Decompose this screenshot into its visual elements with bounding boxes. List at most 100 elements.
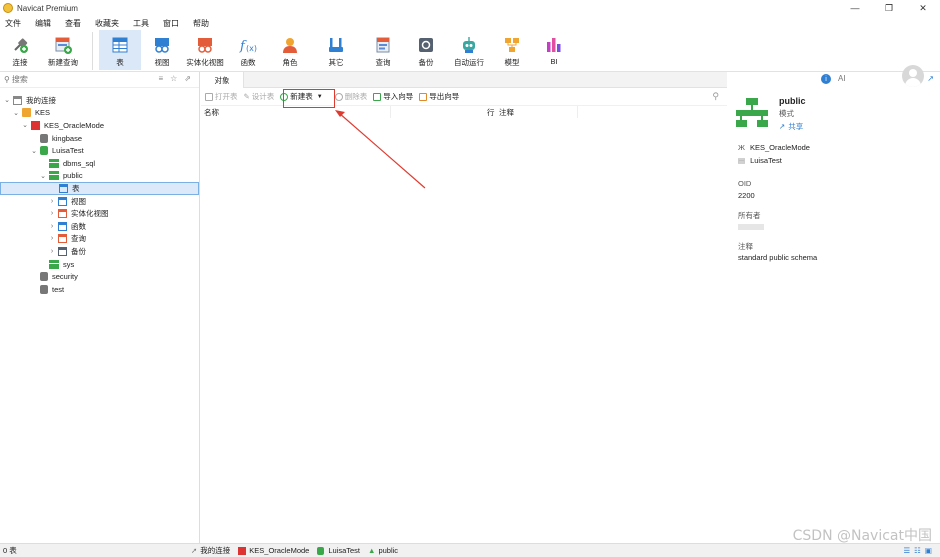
tree-item[interactable]: › 备份 (0, 245, 199, 258)
chevron-down-icon[interactable]: ⌄ (39, 172, 47, 180)
crumb-connection[interactable]: KES_OracleMode (238, 546, 309, 555)
tree-item[interactable]: › 查询 (0, 233, 199, 246)
toolbar-label: 备份 (418, 58, 434, 67)
maximize-button[interactable]: ❐ (872, 0, 906, 16)
detail-view-icon[interactable]: ☷ (914, 546, 921, 555)
share-button[interactable]: ↗ 共享 (779, 121, 803, 132)
toolbar-label: 视图 (154, 58, 170, 67)
chevron-down-icon[interactable]: ⌄ (21, 121, 29, 129)
search-input[interactable]: 搜索 (12, 74, 28, 85)
er-view-icon[interactable]: ▣ (925, 546, 932, 555)
info-owner-value-redacted (738, 224, 764, 230)
info-connection: Ж KES_OracleMode (738, 143, 810, 152)
info-name: public (779, 96, 806, 106)
tree-item[interactable]: sys (0, 258, 199, 271)
chevron-right-icon[interactable]: › (48, 248, 56, 255)
star-icon[interactable]: ☆ (170, 74, 177, 83)
info-database: ▤ LuisaTest (738, 156, 782, 165)
tree-item-label: 表 (72, 183, 80, 193)
schema-icon (49, 171, 59, 181)
filter-icon[interactable]: ≡ (158, 74, 163, 83)
info-panel-header: i AI ↗ (728, 72, 940, 88)
toolbar-model-button[interactable]: 模型 (491, 30, 533, 70)
schema-icon (49, 158, 59, 168)
chevron-right-icon[interactable]: › (48, 235, 56, 242)
crumb-connections[interactable]: ➚ 我的连接 (191, 545, 230, 556)
toolbar-other-button[interactable]: 其它 (311, 30, 361, 70)
tree-item[interactable]: ⌄ KES_OracleMode (0, 119, 199, 132)
toolbar-role-button[interactable]: 角色 (269, 30, 311, 70)
tree-item-label: 查询 (71, 234, 86, 244)
tree-item[interactable]: test (0, 283, 199, 296)
menu-favorites[interactable]: 收藏夹 (92, 18, 130, 29)
tree-item-label: sys (63, 259, 75, 269)
info-panel: i AI ↗ public 模式 ↗ 共享 Ж KES_OracleMode ▤ Lu… (728, 72, 940, 543)
toolbar-view-button[interactable]: 视图 (141, 30, 183, 70)
chevron-down-icon[interactable]: ⌄ (12, 109, 20, 117)
tree-item[interactable]: › 视图 (0, 195, 199, 208)
schema-icon (49, 259, 59, 269)
tree-item[interactable]: kingbase (0, 132, 199, 145)
tree-item[interactable]: ⌄ 我的连接 (0, 94, 199, 107)
expand-icon[interactable]: ↗ (927, 74, 934, 83)
toolbar-bi-button[interactable]: BI (533, 30, 575, 70)
menu-view[interactable]: 查看 (62, 18, 92, 29)
bi-icon (547, 38, 561, 52)
menu-help[interactable]: 帮助 (190, 18, 220, 29)
new-query-icon (55, 37, 72, 54)
menu-tools[interactable]: 工具 (130, 18, 160, 29)
toolbar-label: 新建查询 (48, 58, 78, 67)
view-mode-buttons: ☰ ☷ ▣ (903, 546, 932, 555)
ai-tab[interactable]: AI (838, 74, 846, 83)
toolbar-function-button[interactable]: f (x) 函数 (227, 30, 269, 70)
toolbar-backup-button[interactable]: 备份 (405, 30, 447, 70)
toolbar-label: 函数 (240, 58, 256, 67)
toolbar-table-button[interactable]: 表 (99, 30, 141, 70)
tree-item-label: public (63, 171, 83, 181)
tree-item[interactable]: dbms_sql (0, 157, 199, 170)
tools-icon (329, 38, 343, 52)
menu-edit[interactable]: 编辑 (32, 18, 62, 29)
title-bar: Navicat Premium — ❐ ✕ (0, 0, 940, 16)
toolbar-label: 连接 (12, 58, 28, 67)
sidebar-search-bar[interactable]: ⚲ 搜索 ≡ ☆ ⇗ (0, 72, 199, 88)
chevron-right-icon[interactable]: › (48, 198, 56, 205)
close-button[interactable]: ✕ (906, 0, 940, 16)
view-icon (58, 196, 67, 206)
menu-window[interactable]: 窗口 (160, 18, 190, 29)
collapse-icon[interactable]: ⇗ (184, 74, 191, 83)
menu-file[interactable]: 文件 (2, 18, 32, 29)
tree-item[interactable]: ⌄ LuisaTest (0, 144, 199, 157)
object-panel: 对象 打开表 ✎ 设计表 新建表 ▼ 删除表 导入向导 导出向导 ⚲ 名称 行 注释 (201, 72, 727, 543)
toolbar-connect-button[interactable]: 连接 (0, 30, 40, 70)
minimize-button[interactable]: — (838, 0, 872, 16)
chevron-down-icon[interactable]: ⌄ (3, 96, 11, 104)
list-view-icon[interactable]: ☰ (903, 546, 910, 555)
toolbar-materialized-view-button[interactable]: 实体化视图 (183, 30, 227, 70)
svg-text:(x): (x) (246, 44, 257, 53)
chevron-right-icon[interactable]: › (48, 210, 56, 217)
info-comment-value: standard public schema (738, 253, 818, 262)
info-oid-label: OID (738, 179, 752, 188)
tree-item[interactable]: 表 (0, 182, 199, 195)
connections-icon (13, 95, 22, 105)
chevron-down-icon[interactable]: ⌄ (30, 147, 38, 155)
navicat-window: Navicat Premium — ❐ ✕ 文件 编辑 查看 收藏夹 工具 窗口… (0, 0, 940, 557)
toolbar-query-button[interactable]: 查询 (361, 30, 405, 70)
toolbar-new-query-button[interactable]: 新建查询 (40, 30, 86, 70)
info-icon[interactable]: i (821, 74, 831, 84)
connection-tree: ⌄ 我的连接 ⌄ KES ⌄ KES_OracleMode kingbase ⌄ LuisaTe… (0, 88, 199, 296)
tree-item[interactable]: › 函数 (0, 220, 199, 233)
tree-item[interactable]: ⌄ public (0, 170, 199, 183)
chevron-right-icon[interactable]: › (48, 223, 56, 230)
tree-item[interactable]: security (0, 270, 199, 283)
info-type: 模式 (779, 109, 794, 118)
crumb-schema[interactable]: ▲ public (368, 546, 398, 555)
crumb-database[interactable]: LuisaTest (317, 546, 360, 555)
toolbar-label: BI (550, 57, 558, 66)
tree-item-label: KES_OracleMode (44, 120, 105, 130)
tree-item[interactable]: › 实体化视图 (0, 207, 199, 220)
toolbar-automation-button[interactable]: 自动运行 (447, 30, 491, 70)
connection-sidebar: ⚲ 搜索 ≡ ☆ ⇗ ⌄ 我的连接 ⌄ KES ⌄ KES_OracleMode kingb… (0, 72, 200, 543)
tree-item[interactable]: ⌄ KES (0, 107, 199, 120)
